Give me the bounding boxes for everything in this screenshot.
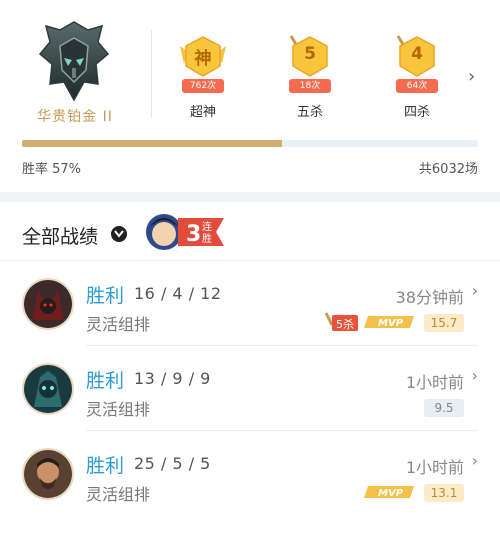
mvp-badge-icon: MVP bbox=[364, 486, 414, 499]
chevron-right-icon: › bbox=[471, 366, 478, 385]
honor-glyph: 5 bbox=[304, 44, 316, 64]
match-time: 38分钟前 bbox=[395, 288, 464, 307]
honor-label: 五杀 bbox=[296, 105, 323, 120]
champion-avatar bbox=[22, 278, 74, 330]
honor-count: 762次 bbox=[182, 79, 224, 93]
honor-glyph: 神 bbox=[194, 49, 212, 69]
honor-glyph: 4 bbox=[411, 44, 423, 64]
mvp-text: MVP bbox=[378, 318, 404, 329]
platinum-rank-emblem-icon bbox=[38, 21, 110, 102]
mvp-badge-icon: MVP bbox=[364, 316, 414, 329]
honor-count: 18次 bbox=[289, 79, 331, 93]
chevron-right-icon: › bbox=[471, 451, 478, 470]
rank-name: 华贵铂金 II bbox=[37, 109, 113, 125]
match-mode: 灵活组排 bbox=[86, 315, 151, 334]
match-filter-dropdown[interactable]: 全部战绩 bbox=[22, 222, 98, 249]
win-rate-text: 胜率 57% bbox=[22, 162, 82, 177]
honor-count: 64次 bbox=[396, 79, 438, 93]
chevron-down-icon[interactable] bbox=[111, 226, 127, 242]
match-time: 1小时前 bbox=[405, 373, 464, 392]
honor-label: 四杀 bbox=[403, 105, 430, 120]
divider bbox=[151, 30, 152, 118]
match-score: 15.7 bbox=[424, 314, 464, 332]
match-mode: 灵活组排 bbox=[86, 485, 151, 504]
match-row[interactable]: 胜利 16 / 4 / 12 灵活组排 38分钟前 › 5杀 MVP 15.7 bbox=[0, 261, 500, 346]
win-rate-bar-fill bbox=[22, 140, 282, 147]
honor-pentakill[interactable]: 5 18次 五杀 bbox=[275, 34, 345, 120]
streak-text-bottom: 胜 bbox=[202, 233, 212, 245]
match-result: 胜利 bbox=[86, 455, 125, 477]
honor-medal-icon: 4 bbox=[390, 34, 444, 84]
match-result: 胜利 bbox=[86, 285, 125, 307]
honor-medal-icon: 神 bbox=[176, 34, 230, 84]
match-kda: 13 / 9 / 9 bbox=[134, 369, 211, 388]
match-time: 1小时前 bbox=[405, 458, 464, 477]
match-filter-row: 全部战绩 3 连 胜 bbox=[0, 202, 500, 260]
multikill-text: 5杀 bbox=[336, 317, 354, 331]
chevron-right-icon[interactable]: › bbox=[468, 66, 475, 87]
champion-avatar bbox=[22, 363, 74, 415]
rank-summary-card: 华贵铂金 II 神 762次 超神 5 18次 五杀 4 64次 四杀 › 胜率… bbox=[0, 0, 500, 192]
match-mode: 灵活组排 bbox=[86, 400, 151, 419]
match-row[interactable]: 胜利 25 / 5 / 5 灵活组排 1小时前 › MVP 13.1 bbox=[0, 431, 500, 516]
win-rate-bar bbox=[22, 140, 478, 147]
pentakill-badge-icon: 5杀 bbox=[324, 312, 358, 331]
honor-legendary[interactable]: 神 762次 超神 bbox=[168, 34, 238, 120]
section-gap bbox=[0, 192, 500, 202]
win-streak-badge: 3 连 胜 bbox=[144, 210, 228, 254]
match-score: 9.5 bbox=[424, 399, 464, 417]
champion-avatar bbox=[22, 448, 74, 500]
honor-medal-icon: 5 bbox=[283, 34, 337, 84]
streak-number: 3 bbox=[186, 222, 201, 247]
mvp-text: MVP bbox=[378, 488, 404, 499]
total-games-text: 共6032场 bbox=[418, 162, 478, 177]
match-score: 13.1 bbox=[424, 484, 464, 502]
streak-text-top: 连 bbox=[202, 220, 212, 233]
honor-label: 超神 bbox=[189, 105, 216, 120]
match-kda: 16 / 4 / 12 bbox=[134, 284, 222, 303]
chevron-right-icon: › bbox=[471, 281, 478, 300]
match-row[interactable]: 胜利 13 / 9 / 9 灵活组排 1小时前 › 9.5 bbox=[0, 346, 500, 431]
match-kda: 25 / 5 / 5 bbox=[134, 454, 211, 473]
match-result: 胜利 bbox=[86, 370, 125, 392]
honor-quadrakill[interactable]: 4 64次 四杀 bbox=[382, 34, 452, 120]
